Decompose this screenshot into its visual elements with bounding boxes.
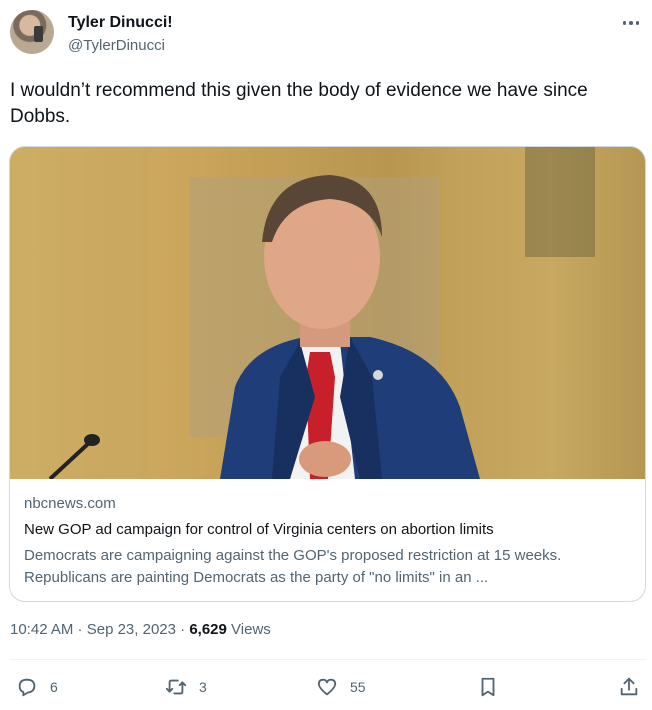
reply-button[interactable]: 6 xyxy=(16,672,58,702)
share-button[interactable] xyxy=(618,672,640,702)
bookmark-icon xyxy=(481,677,495,697)
retweet-count: 3 xyxy=(199,679,207,695)
bookmark-button[interactable] xyxy=(477,672,499,702)
views-count: 6,629 xyxy=(189,621,227,638)
more-icon[interactable] xyxy=(616,12,646,34)
separator: · xyxy=(73,621,87,638)
tweet-text: I wouldn’t recommend this given the body… xyxy=(10,80,588,127)
tweet-time[interactable]: 10:42 AM xyxy=(10,621,73,638)
separator: · xyxy=(175,621,190,638)
views-label: Views xyxy=(226,621,271,638)
like-count: 55 xyxy=(350,679,366,695)
card-title[interactable]: New GOP ad campaign for control of Virgi… xyxy=(24,521,634,543)
link-card[interactable]: nbcnews.com New GOP ad campaign for cont… xyxy=(9,146,646,602)
author-handle[interactable]: @TylerDinucci xyxy=(68,37,165,54)
card-description: Democrats are campaigning against the GO… xyxy=(24,547,562,586)
divider xyxy=(10,659,646,660)
action-bar: 6 3 55 xyxy=(10,672,646,702)
reply-count: 6 xyxy=(50,679,58,695)
author-name[interactable]: Tyler Dinucci! xyxy=(68,14,173,32)
like-button[interactable]: 55 xyxy=(316,672,366,702)
card-domain: nbcnews.com xyxy=(24,495,116,512)
retweet-icon xyxy=(165,679,187,695)
card-meta: nbcnews.com New GOP ad campaign for cont… xyxy=(24,495,634,589)
avatar[interactable] xyxy=(10,10,54,54)
reply-icon xyxy=(18,678,36,697)
tweet-date[interactable]: Sep 23, 2023 xyxy=(87,621,176,638)
tweet-timestamp: 10:42 AM · Sep 23, 2023 · 6,629 Views xyxy=(10,621,271,638)
card-image[interactable] xyxy=(10,147,645,481)
like-icon xyxy=(317,678,337,696)
share-icon xyxy=(620,677,638,696)
retweet-button[interactable]: 3 xyxy=(165,672,207,702)
tweet-header: Tyler Dinucci! @TylerDinucci xyxy=(10,10,646,62)
